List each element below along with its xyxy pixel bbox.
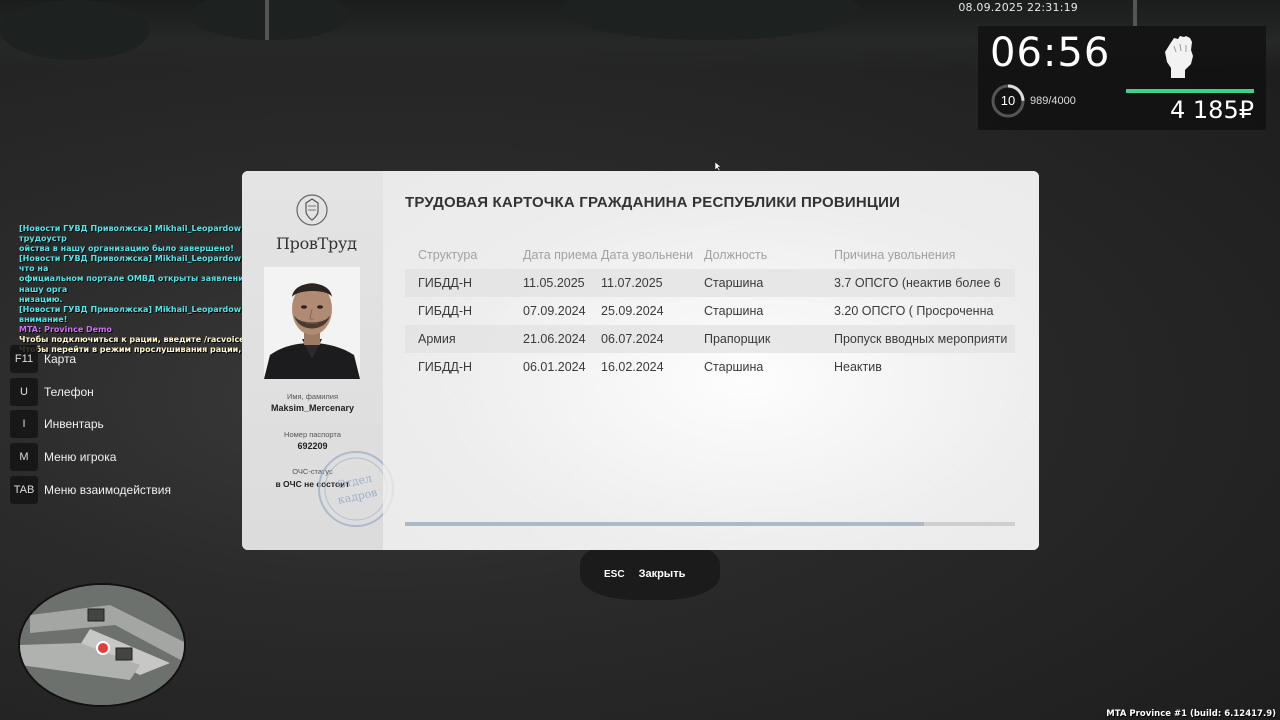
key-hint-меню-игрока[interactable]: M Меню игрока — [10, 443, 171, 472]
background-pole — [1133, 0, 1137, 26]
table-cell: 21.06.2024 — [523, 332, 586, 346]
key-hint-меню-взаимодействия[interactable]: TAB Меню взаимодействия — [10, 475, 171, 504]
table-cell: Прапорщик — [704, 332, 771, 346]
column-header: Структура — [418, 248, 478, 262]
column-header: Должность — [704, 248, 768, 262]
table-row: ГИБДД-Н 11.05.2025 11.07.2025 Старшина 3.7 О… — [405, 269, 1015, 297]
table-cell: 16.02.2024 — [601, 360, 664, 374]
key-hint-label: Инвентарь — [44, 417, 104, 432]
coat-of-arms-icon — [296, 194, 328, 226]
key-hint-label: Меню взаимодействия — [44, 482, 171, 497]
key-hint-инвентарь[interactable]: I Инвентарь — [10, 410, 171, 439]
key-cap: F11 — [10, 345, 38, 373]
hud-clock: 06:56 — [990, 30, 1111, 76]
key-hint-label: Меню игрока — [44, 450, 117, 465]
table-cell: ГИБДД-Н — [418, 360, 473, 374]
minimap[interactable] — [18, 583, 186, 707]
card-sidebar: ПровТруд Имя, фамилия Maksim_Mercenary Н… — [242, 171, 394, 550]
table-cell: 11.07.2025 — [601, 276, 663, 290]
mouse-cursor-icon — [715, 162, 721, 171]
datetime: 08.09.2025 22:31:19 — [958, 1, 1078, 14]
key-hint-телефон[interactable]: U Телефон — [10, 377, 171, 406]
key-cap: TAB — [10, 475, 38, 504]
table-cell: 06.07.2024 — [601, 332, 664, 346]
background-pole — [265, 0, 269, 40]
money: 4 185₽ — [1170, 96, 1254, 124]
table-cell: Старшина — [704, 276, 764, 290]
key-cap: M — [10, 443, 38, 472]
close-key: ESC — [604, 568, 625, 580]
name-value: Maksim_Mercenary — [270, 403, 355, 413]
table-header: Структура Дата приема Дата увольнени Должно… — [405, 241, 1015, 269]
key-hint-label: Телефон — [44, 384, 94, 399]
card-title: ТРУДОВАЯ КАРТОЧКА ГРАЖДАНИНА РЕСПУБЛИКИ … — [405, 194, 901, 211]
hud-panel: 06:56 10 989/4000 4 185₽ — [978, 26, 1266, 130]
table-body: ГИБДД-Н 11.05.2025 11.07.2025 Старшина 3.7 О… — [405, 269, 1015, 381]
table-row: ГИБДД-Н 06.01.2024 16.02.2024 Старшина Неакт… — [405, 353, 1015, 381]
key-cap: U — [10, 377, 38, 406]
table-cell: 3.7 ОПСГО (неактив более 6 — [834, 276, 1001, 290]
background-tree — [0, 0, 150, 60]
level-number: 10 — [1000, 93, 1016, 108]
fist-icon — [1165, 36, 1193, 78]
brand-logo: ПровТруд — [276, 234, 357, 253]
column-header: Дата приема — [523, 248, 598, 262]
scrollbar-thumb[interactable] — [405, 522, 924, 526]
level-ring: 10 — [991, 84, 1025, 118]
employment-table: Структура Дата приема Дата увольнени Должно… — [405, 241, 1015, 381]
key-hint-label: Карта — [44, 352, 77, 366]
health-bar — [1126, 89, 1254, 93]
close-button[interactable]: ESC Закрыть — [604, 568, 685, 580]
close-label: Закрыть — [638, 568, 686, 580]
horizontal-scrollbar[interactable] — [405, 522, 1015, 526]
xp-counter: 989/4000 — [1030, 95, 1076, 107]
table-cell: ГИБДД-Н — [418, 276, 473, 290]
table-cell: Старшина — [704, 304, 764, 318]
table-cell: 11.05.2025 — [523, 276, 585, 290]
table-row: ГИБДД-Н 07.09.2024 25.09.2024 Старшина 3.20 … — [405, 297, 1015, 325]
table-cell: 06.01.2024 — [523, 360, 586, 374]
table-cell: 3.20 ОПСГО ( Просроченна — [834, 304, 994, 318]
key-hints: F11 Карта U Телефон I Инвентарь M Меню игрока TA… — [10, 345, 171, 508]
column-header: Дата увольнени — [601, 248, 694, 262]
column-header: Причина увольнения — [834, 248, 956, 262]
name-label: Имя, фамилия — [286, 392, 339, 401]
table-cell: Неактив — [834, 360, 882, 374]
key-cap: I — [10, 410, 38, 439]
key-hint-карта[interactable]: F11 Карта — [10, 345, 171, 373]
table-cell: ГИБДД-Н — [418, 304, 473, 318]
table-row: Армия 21.06.2024 06.07.2024 Прапорщик Пропус… — [405, 325, 1015, 353]
table-cell: Армия — [418, 332, 456, 346]
minimap-graphic — [20, 585, 184, 705]
table-cell: Старшина — [704, 360, 764, 374]
citizen-photo — [264, 267, 360, 379]
table-cell: 25.09.2024 — [601, 304, 664, 318]
table-cell: 07.09.2024 — [523, 304, 586, 318]
build-info: MTA Province #1 (build: 6.12417.9) — [1106, 709, 1276, 719]
passport-label: Номер паспорта — [284, 430, 341, 439]
table-cell: Пропуск вводных мероприяти — [834, 332, 1008, 346]
employment-card: ПровТруд Имя, фамилия Maksim_Mercenary Н… — [242, 171, 1039, 550]
